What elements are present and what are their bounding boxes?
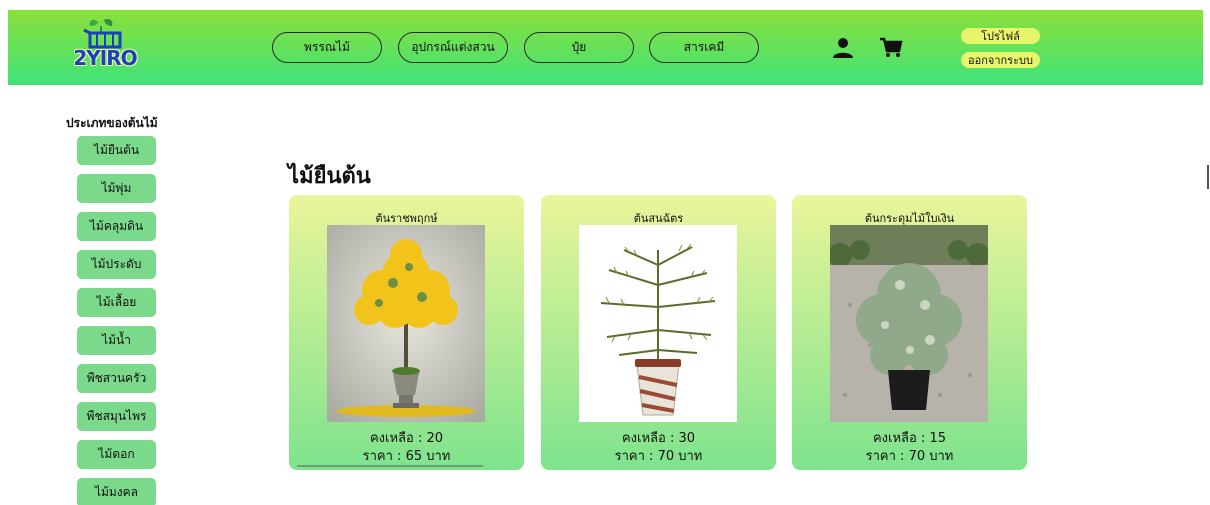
sidebar-item-aquatic[interactable]: ไม้น้ำ: [77, 326, 156, 355]
nav-plants[interactable]: พรรณไม้: [272, 32, 382, 63]
sidebar-item-perennial[interactable]: ไม้ยืนต้น: [77, 136, 156, 165]
sidebar-title: ประเภทของต้นไม้: [66, 116, 158, 130]
cart-icon[interactable]: [879, 37, 903, 59]
product-card[interactable]: ต้นสนฉัตร คงเหลือ : 30 ราคา : 70 บาท: [541, 195, 776, 470]
product-price: ราคา : 70 บาท: [614, 449, 703, 464]
nav-fertilizer[interactable]: ปุ๋ย: [524, 32, 634, 63]
top-header: 2YIRO พรรณไม้ อุปกรณ์แต่งสวน ปุ๋ย สารเคม…: [8, 10, 1203, 85]
sidebar-item-ornamental[interactable]: ไม้ประดับ: [77, 250, 156, 279]
profile-button[interactable]: โปรไฟล์: [961, 28, 1040, 44]
nav-chemicals[interactable]: สารเคมี: [649, 32, 759, 63]
nav-garden-tools[interactable]: อุปกรณ์แต่งสวน: [398, 32, 508, 63]
logo[interactable]: 2YIRO: [70, 18, 140, 74]
product-price: ราคา : 65 บาท: [362, 449, 451, 464]
sidebar-item-herbs[interactable]: พืชสมุนไพร: [77, 402, 156, 431]
sidebar-item-vine[interactable]: ไม้เลื้อย: [77, 288, 156, 317]
sidebar-item-auspicious[interactable]: ไม้มงคล: [77, 478, 156, 505]
sidebar-item-kitchen-garden[interactable]: พืชสวนครัว: [77, 364, 156, 393]
sidebar-item-flowering[interactable]: ไม้ดอก: [77, 440, 156, 469]
product-image[interactable]: [830, 225, 988, 422]
sidebar-item-groundcover[interactable]: ไม้คลุมดิน: [77, 212, 156, 241]
user-icon[interactable]: [832, 37, 854, 59]
page-title: ไม้ยืนต้น: [288, 164, 371, 189]
product-card[interactable]: ต้นกระดุมไม้ใบเงิน คงเหลือ : 15 ราคา : 7…: [792, 195, 1027, 470]
sidebar-item-shrub[interactable]: ไม้พุ่ม: [77, 174, 156, 203]
divider: [297, 465, 483, 467]
product-image[interactable]: [327, 225, 485, 422]
product-card[interactable]: ต้นราชพฤกษ์ คงเหลือ : 20 ราคา : 65 บาท: [289, 195, 524, 470]
product-price: ราคา : 70 บาท: [865, 449, 954, 464]
scroll-edge-mark: [1207, 165, 1209, 189]
product-image[interactable]: [579, 225, 737, 422]
logo-text: 2YIRO: [73, 46, 137, 70]
logout-button[interactable]: ออกจากระบบ: [961, 52, 1040, 68]
